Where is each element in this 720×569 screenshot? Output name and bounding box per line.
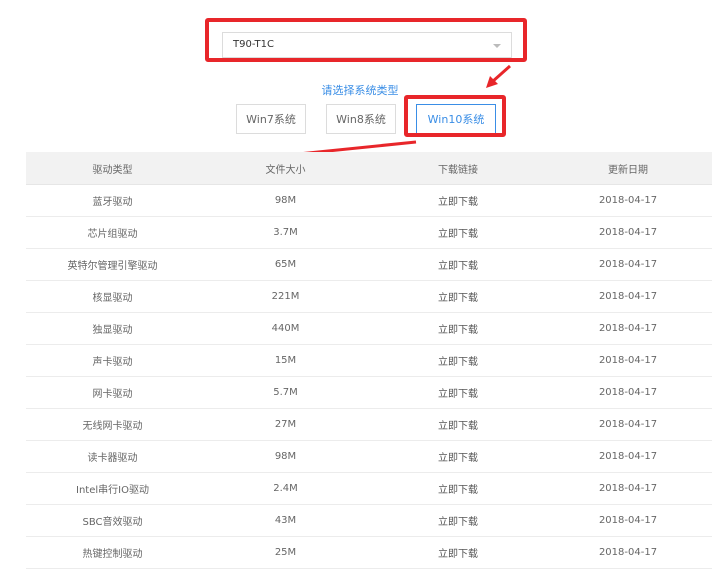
table-row: 英特尔管理引擎驱动 65M 立即下载 2018-04-17 <box>26 248 712 281</box>
driver-name: 英特尔管理引擎驱动 <box>26 248 199 281</box>
download-link[interactable]: 立即下载 <box>372 184 544 217</box>
header-update-date: 更新日期 <box>544 152 712 185</box>
model-select[interactable]: T90-T1C <box>222 32 512 58</box>
table-row: 核显驱动 221M 立即下载 2018-04-17 <box>26 280 712 313</box>
win7-button[interactable]: Win7系统 <box>236 104 306 134</box>
table-row: 蓝牙驱动 98M 立即下载 2018-04-17 <box>26 184 712 217</box>
driver-name: Intel串行IO驱动 <box>26 472 199 505</box>
update-date: 2018-04-17 <box>544 504 712 537</box>
header-download-link: 下载链接 <box>372 152 544 185</box>
file-size: 25M <box>199 536 372 569</box>
table-row: 独显驱动 440M 立即下载 2018-04-17 <box>26 312 712 345</box>
update-date: 2018-04-17 <box>544 440 712 473</box>
download-link[interactable]: 立即下载 <box>372 312 544 345</box>
table-row: 声卡驱动 15M 立即下载 2018-04-17 <box>26 344 712 377</box>
update-date: 2018-04-17 <box>544 184 712 217</box>
chevron-down-icon[interactable] <box>493 44 501 48</box>
table-row: 芯片组驱动 3.7M 立即下载 2018-04-17 <box>26 216 712 249</box>
download-link[interactable]: 立即下载 <box>372 248 544 281</box>
driver-name: 芯片组驱动 <box>26 216 199 249</box>
table-row: SBC音效驱动 43M 立即下载 2018-04-17 <box>26 504 712 537</box>
file-size: 15M <box>199 344 372 377</box>
file-size: 43M <box>199 504 372 537</box>
table-row: 网卡驱动 5.7M 立即下载 2018-04-17 <box>26 376 712 409</box>
file-size: 5.7M <box>199 376 372 409</box>
driver-table: 驱动类型 文件大小 下载链接 更新日期 蓝牙驱动 98M 立即下载 2018-04-1… <box>26 152 712 569</box>
table-row: 热键控制驱动 25M 立即下载 2018-04-17 <box>26 536 712 569</box>
table-header-row: 驱动类型 文件大小 下载链接 更新日期 <box>26 152 712 185</box>
win8-button[interactable]: Win8系统 <box>326 104 396 134</box>
download-link[interactable]: 立即下载 <box>372 216 544 249</box>
driver-name: SBC音效驱动 <box>26 504 199 537</box>
header-file-size: 文件大小 <box>199 152 372 185</box>
update-date: 2018-04-17 <box>544 376 712 409</box>
download-link[interactable]: 立即下载 <box>372 344 544 377</box>
download-link[interactable]: 立即下载 <box>372 472 544 505</box>
driver-name: 网卡驱动 <box>26 376 199 409</box>
update-date: 2018-04-17 <box>544 408 712 441</box>
file-size: 440M <box>199 312 372 345</box>
table-row: 读卡器驱动 98M 立即下载 2018-04-17 <box>26 440 712 473</box>
system-type-prompt: 请选择系统类型 <box>321 84 399 97</box>
update-date: 2018-04-17 <box>544 280 712 313</box>
update-date: 2018-04-17 <box>544 248 712 281</box>
driver-name: 无线网卡驱动 <box>26 408 199 441</box>
file-size: 2.4M <box>199 472 372 505</box>
driver-name: 独显驱动 <box>26 312 199 345</box>
table-row: Intel串行IO驱动 2.4M 立即下载 2018-04-17 <box>26 472 712 505</box>
table-row: 无线网卡驱动 27M 立即下载 2018-04-17 <box>26 408 712 441</box>
download-link[interactable]: 立即下载 <box>372 536 544 569</box>
update-date: 2018-04-17 <box>544 216 712 249</box>
update-date: 2018-04-17 <box>544 472 712 505</box>
file-size: 3.7M <box>199 216 372 249</box>
download-link[interactable]: 立即下载 <box>372 408 544 441</box>
download-link[interactable]: 立即下载 <box>372 280 544 313</box>
header-driver-type: 驱动类型 <box>26 152 199 185</box>
update-date: 2018-04-17 <box>544 312 712 345</box>
file-size: 221M <box>199 280 372 313</box>
driver-name: 核显驱动 <box>26 280 199 313</box>
update-date: 2018-04-17 <box>544 536 712 569</box>
update-date: 2018-04-17 <box>544 344 712 377</box>
model-select-value: T90-T1C <box>233 39 274 50</box>
driver-name: 热键控制驱动 <box>26 536 199 569</box>
driver-name: 读卡器驱动 <box>26 440 199 473</box>
file-size: 65M <box>199 248 372 281</box>
file-size: 27M <box>199 408 372 441</box>
driver-name: 声卡驱动 <box>26 344 199 377</box>
download-link[interactable]: 立即下载 <box>372 504 544 537</box>
download-link[interactable]: 立即下载 <box>372 376 544 409</box>
file-size: 98M <box>199 440 372 473</box>
file-size: 98M <box>199 184 372 217</box>
win10-button[interactable]: Win10系统 <box>416 104 496 134</box>
download-link[interactable]: 立即下载 <box>372 440 544 473</box>
driver-name: 蓝牙驱动 <box>26 184 199 217</box>
